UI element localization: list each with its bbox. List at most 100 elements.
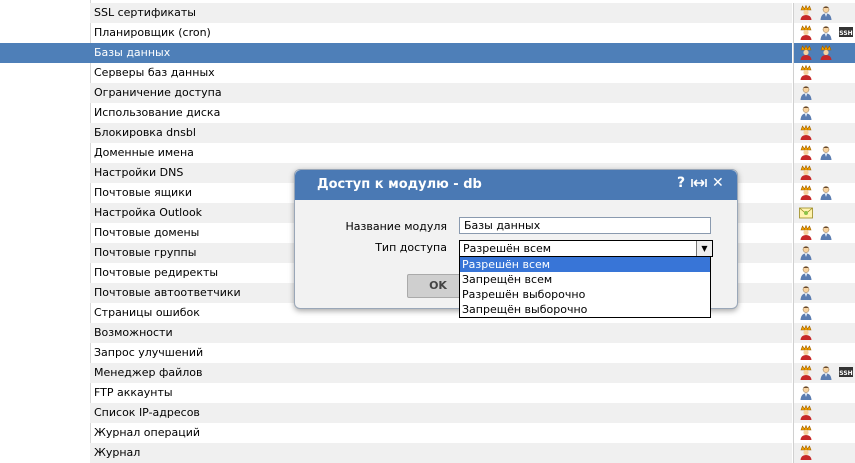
access-type-dropdown: Разрешён всем Запрещён всем Разрешён выб… xyxy=(459,256,711,318)
access-type-label: Тип доступа xyxy=(375,241,447,254)
access-icons-cell xyxy=(793,143,855,163)
table-row[interactable]: Использование диска xyxy=(0,103,855,123)
access-option[interactable]: Запрещён всем xyxy=(460,272,710,287)
access-icons-cell xyxy=(793,203,855,223)
row-indent xyxy=(0,243,90,263)
user-icon[interactable] xyxy=(819,365,833,380)
user-icon[interactable] xyxy=(799,105,813,120)
table-row[interactable]: Запрос улучшений xyxy=(0,343,855,363)
user-icon[interactable] xyxy=(819,185,833,200)
row-indent xyxy=(0,383,90,403)
close-icon[interactable]: ✕ xyxy=(712,175,724,191)
admin-icon[interactable] xyxy=(799,345,813,360)
access-icons-cell xyxy=(793,243,855,263)
row-indent xyxy=(0,63,90,83)
row-indent xyxy=(0,443,90,463)
row-indent xyxy=(0,183,90,203)
chevron-down-icon[interactable]: ▼ xyxy=(696,241,712,256)
row-indent xyxy=(0,103,90,123)
user-icon[interactable] xyxy=(799,85,813,100)
admin-icon[interactable] xyxy=(799,365,813,380)
module-name-cell: Список IP-адресов xyxy=(90,403,792,423)
ssh-icon[interactable]: SSH xyxy=(839,365,853,380)
table-row[interactable]: Доменные имена xyxy=(0,143,855,163)
row-indent xyxy=(0,363,90,383)
access-option[interactable]: Разрешён всем xyxy=(460,257,710,272)
table-row[interactable]: Журнал операций xyxy=(0,423,855,443)
row-indent xyxy=(0,203,90,223)
user-icon[interactable] xyxy=(799,285,813,300)
user-icon[interactable] xyxy=(819,25,833,40)
user-icon[interactable] xyxy=(799,305,813,320)
admin-icon[interactable] xyxy=(799,5,813,20)
row-indent xyxy=(0,123,90,143)
help-icon[interactable]: ? xyxy=(677,175,685,191)
table-row[interactable]: Менеджер файлов SSH xyxy=(0,363,855,383)
row-indent xyxy=(0,43,90,63)
module-name-cell: Журнал операций xyxy=(94,426,200,439)
admin-icon[interactable] xyxy=(819,45,833,60)
row-indent xyxy=(0,23,90,43)
admin-icon[interactable] xyxy=(799,145,813,160)
table-row[interactable]: Базы данных xyxy=(0,43,855,63)
admin-icon[interactable] xyxy=(799,405,813,420)
access-icons-cell xyxy=(793,343,855,363)
admin-icon[interactable] xyxy=(799,225,813,240)
table-row[interactable]: Планировщик (cron) SSH xyxy=(0,23,855,43)
access-option[interactable]: Разрешён выборочно xyxy=(460,287,710,302)
admin-icon[interactable] xyxy=(799,325,813,340)
module-name-cell: Планировщик (cron) xyxy=(94,26,211,39)
mail-icon[interactable] xyxy=(799,205,813,220)
table-row[interactable]: FTP аккаунты xyxy=(0,383,855,403)
row-indent xyxy=(0,263,90,283)
admin-icon[interactable] xyxy=(799,125,813,140)
access-option[interactable]: Запрещён выборочно xyxy=(460,302,710,317)
access-type-select[interactable]: Разрешён всем ▼ xyxy=(459,240,713,257)
row-indent xyxy=(0,83,90,103)
access-icons-cell xyxy=(793,403,855,423)
table-row[interactable]: Журнал xyxy=(0,443,855,463)
svg-text:SSH: SSH xyxy=(839,370,852,377)
row-indent xyxy=(0,303,90,323)
user-icon[interactable] xyxy=(819,5,833,20)
module-name-cell: Журнал xyxy=(90,443,792,463)
admin-icon[interactable] xyxy=(799,45,813,60)
dialog-header[interactable]: Доступ к модулю - db ? ✕ xyxy=(295,170,737,200)
access-icons-cell xyxy=(793,63,855,83)
access-icons-cell xyxy=(793,283,855,303)
table-row[interactable]: Серверы баз данных xyxy=(0,63,855,83)
row-indent xyxy=(0,343,90,363)
access-icons-cell xyxy=(793,223,855,243)
admin-icon[interactable] xyxy=(799,185,813,200)
access-icons-cell xyxy=(793,303,855,323)
table-row[interactable]: Блокировка dnsbl xyxy=(0,123,855,143)
user-icon[interactable] xyxy=(819,145,833,160)
admin-icon[interactable] xyxy=(799,445,813,460)
ssh-icon[interactable]: SSH xyxy=(839,25,853,40)
table-row[interactable]: SSL сертификаты xyxy=(0,3,855,23)
access-icons-cell xyxy=(793,103,855,123)
module-name-cell: Ограничение доступа xyxy=(90,83,792,103)
access-icons-cell xyxy=(793,3,855,23)
module-name-field[interactable] xyxy=(459,217,711,234)
access-icons-cell xyxy=(793,43,855,63)
user-icon[interactable] xyxy=(799,385,813,400)
dialog-title: Доступ к модулю - db xyxy=(317,177,482,192)
row-indent xyxy=(0,423,90,443)
access-icons-cell xyxy=(793,383,855,403)
table-row[interactable]: Возможности xyxy=(0,323,855,343)
user-icon[interactable] xyxy=(799,245,813,260)
table-row[interactable]: Ограничение доступа xyxy=(0,83,855,103)
admin-icon[interactable] xyxy=(799,65,813,80)
row-indent xyxy=(0,143,90,163)
user-icon[interactable] xyxy=(799,265,813,280)
admin-icon[interactable] xyxy=(799,25,813,40)
resize-icon[interactable] xyxy=(691,176,707,194)
user-icon[interactable] xyxy=(819,225,833,240)
admin-icon[interactable] xyxy=(799,165,813,180)
row-indent xyxy=(0,223,90,243)
table-row[interactable]: Список IP-адресов xyxy=(0,403,855,423)
row-indent xyxy=(0,163,90,183)
admin-icon[interactable] xyxy=(799,425,813,440)
ok-button-label: OK xyxy=(429,279,447,292)
